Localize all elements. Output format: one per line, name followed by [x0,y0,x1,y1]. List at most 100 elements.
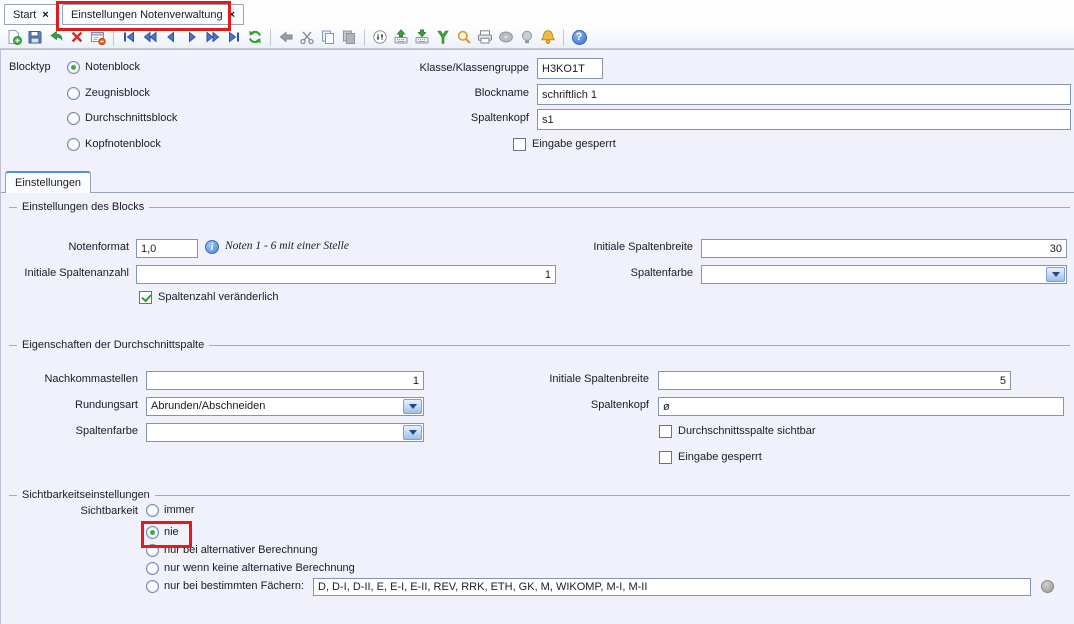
radio-bestimmte-faecher-label[interactable]: nur bei bestimmten Fächern: [164,580,304,592]
tab-start-label: Start [13,9,36,21]
radio-kopfnotenblock-label[interactable]: Kopfnotenblock [85,138,161,150]
nav-first-icon[interactable] [119,27,139,47]
notenformat-label: Notenformat [1,241,129,253]
tab-settings[interactable]: Einstellungen [5,171,91,193]
rundungsart-combo[interactable]: Abrunden/Abschneiden [146,397,424,416]
chevron-down-icon[interactable] [403,399,422,414]
radio-durchschnittsblock-label[interactable]: Durchschnittsblock [85,112,177,124]
spaltenzahl-veraenderlich-checkbox[interactable] [139,291,152,304]
bell-icon[interactable] [538,27,558,47]
radio-notenblock[interactable] [67,61,80,74]
disc-icon[interactable] [496,27,516,47]
durchschnittsspalte-sichtbar-checkbox[interactable] [659,425,672,438]
tab-einstellungen-label: Einstellungen Notenverwaltung [71,9,223,21]
eingabe-gesperrt-checkbox[interactable] [513,138,526,151]
initiale-spaltenbreite-label: Initiale Spaltenbreite [541,241,693,253]
group-visibility-title: Sichtbarkeitseinstellungen [22,489,150,501]
spaltenfarbe-combo[interactable] [701,265,1067,284]
avg-spaltenfarbe-combo[interactable] [146,423,424,442]
paste-icon[interactable] [339,27,359,47]
radio-durchschnittsblock[interactable] [67,112,80,125]
radio-alternative-berechnung-label[interactable]: nur bei alternativer Berechnung [164,544,317,556]
application-window: Start × Einstellungen Notenverwaltung × [0,0,1074,624]
copy-icon[interactable] [318,27,338,47]
avg-eingabe-gesperrt-checkbox[interactable] [659,451,672,464]
spaltenzahl-veraenderlich-label[interactable]: Spaltenzahl veränderlich [158,291,278,303]
rundungsart-label: Rundungsart [1,399,138,411]
avg-spaltenfarbe-label: Spaltenfarbe [1,425,138,437]
radio-keine-alternative-berechnung-label[interactable]: nur wenn keine alternative Berechnung [164,562,355,574]
radio-immer[interactable] [146,504,159,517]
keyboard-down-icon[interactable] [412,27,432,47]
klasse-input[interactable] [537,58,603,79]
toolbar-separator [270,29,271,46]
radio-nie[interactable] [146,526,159,539]
nav-prev-fast-icon[interactable] [140,27,160,47]
chevron-down-icon[interactable] [1046,267,1065,282]
nachkommastellen-input[interactable] [146,371,424,390]
delete-icon[interactable] [67,27,87,47]
radio-keine-alternative-berechnung[interactable] [146,562,159,575]
document-tab-bar: Start × Einstellungen Notenverwaltung × [0,0,1074,26]
spaltenkopf-input[interactable] [537,109,1071,130]
nav-next-icon[interactable] [182,27,202,47]
nav-next-fast-icon[interactable] [203,27,223,47]
nachkommastellen-label: Nachkommastellen [1,373,138,385]
new-record-icon[interactable] [4,27,24,47]
radio-notenblock-label[interactable]: Notenblock [85,61,140,73]
tab-start[interactable]: Start × [4,4,58,25]
blocktyp-label: Blocktyp [9,61,51,73]
refresh-icon[interactable] [245,27,265,47]
initiale-spaltenanzahl-input[interactable] [136,265,556,284]
lightbulb-icon[interactable] [517,27,537,47]
radio-immer-label[interactable]: immer [164,504,195,516]
print-icon[interactable] [475,27,495,47]
settings-tab-divider [1,192,1074,193]
radio-zeugnisblock[interactable] [67,87,80,100]
filter-icon[interactable] [433,27,453,47]
arrow-back-icon[interactable] [276,27,296,47]
avg-spaltenkopf-input[interactable] [658,397,1064,416]
edit-form-icon[interactable] [88,27,108,47]
spaltenkopf-label: Spaltenkopf [301,112,529,124]
blockname-input[interactable] [537,84,1071,105]
radio-zeugnisblock-label[interactable]: Zeugnisblock [85,87,150,99]
tab-einstellungen-close-icon[interactable]: × [229,9,235,21]
tab-start-close-icon[interactable]: × [42,9,48,21]
keyboard-up-icon[interactable] [391,27,411,47]
radio-kopfnotenblock[interactable] [67,138,80,151]
search-icon[interactable] [454,27,474,47]
rundungsart-combo-value: Abrunden/Abschneiden [151,400,403,412]
faecher-input[interactable] [313,578,1031,596]
eingabe-gesperrt-label[interactable]: Eingabe gesperrt [532,138,616,150]
nav-last-icon[interactable] [224,27,244,47]
avg-spaltenkopf-label: Spaltenkopf [501,399,649,411]
help-icon[interactable]: ? [569,27,589,47]
toolbar-separator [563,29,564,46]
equalizer-icon[interactable] [370,27,390,47]
save-icon[interactable] [25,27,45,47]
radio-nie-label[interactable]: nie [164,526,179,538]
radio-alternative-berechnung[interactable] [146,544,159,557]
info-icon[interactable]: i [205,240,219,254]
initiale-spaltenbreite-input[interactable] [701,239,1067,258]
group-block-settings-title: Einstellungen des Blocks [22,201,144,213]
chevron-down-icon[interactable] [403,425,422,440]
durchschnittsspalte-sichtbar-label[interactable]: Durchschnittsspalte sichtbar [678,425,816,437]
radio-bestimmte-faecher[interactable] [146,580,159,593]
spaltenfarbe-label: Spaltenfarbe [541,267,693,279]
tab-einstellungen-notenverwaltung[interactable]: Einstellungen Notenverwaltung × [62,4,244,25]
group-average-column: Eigenschaften der Durchschnittspalte [9,339,1070,351]
nav-prev-icon[interactable] [161,27,181,47]
main-panel: Blocktyp Notenblock Zeugnisblock Durchsc… [0,49,1074,624]
notenformat-input[interactable] [136,239,198,258]
faecher-info-icon [1041,580,1054,593]
blockname-label: Blockname [301,87,529,99]
undo-icon[interactable] [46,27,66,47]
cut-icon[interactable] [297,27,317,47]
avg-eingabe-gesperrt-label[interactable]: Eingabe gesperrt [678,451,762,463]
avg-initiale-spaltenbreite-input[interactable] [658,371,1011,390]
notenformat-hint: Noten 1 - 6 mit einer Stelle [225,240,349,252]
toolbar: ? [0,26,1074,49]
toolbar-separator [364,29,365,46]
